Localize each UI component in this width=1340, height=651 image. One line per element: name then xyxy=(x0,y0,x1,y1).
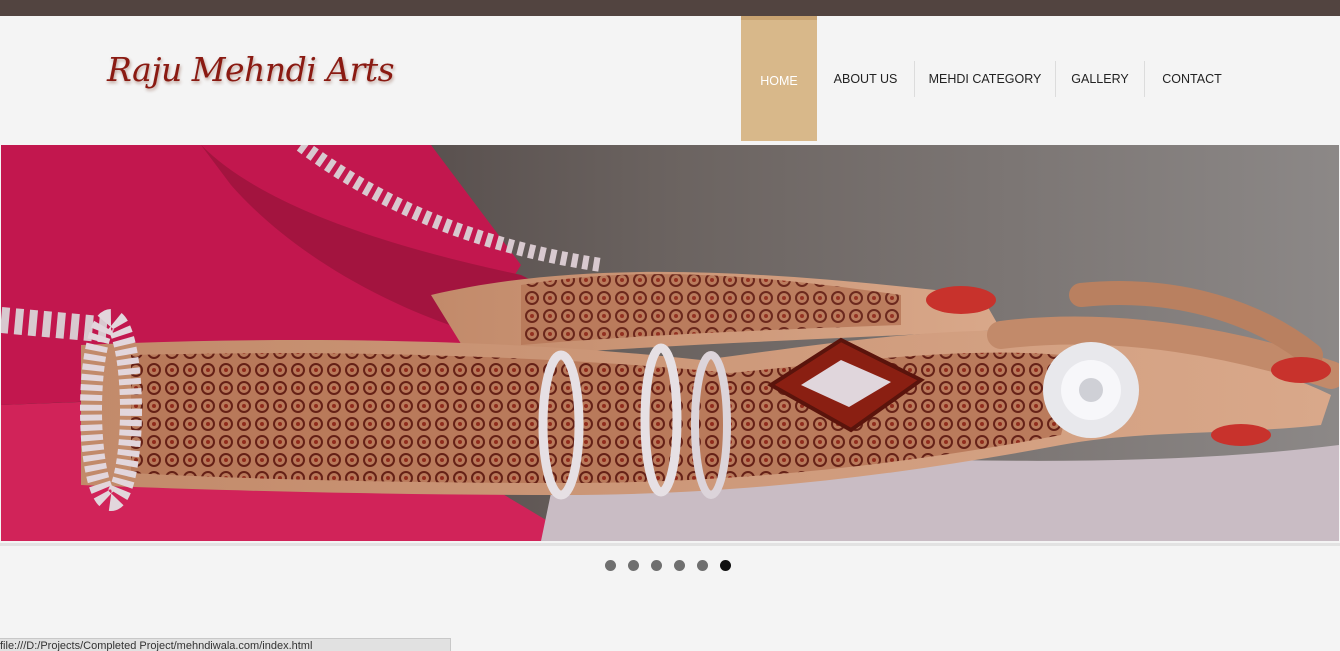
slider-pagination xyxy=(605,560,731,571)
browser-status-bar: file:///D:/Projects/Completed Project/me… xyxy=(0,638,451,651)
main-nav: HOME ABOUT US MEHDI CATEGORY GALLERY CON… xyxy=(741,16,1239,141)
site-header: Raju Mehndi Arts HOME ABOUT US MEHDI CAT… xyxy=(0,16,1340,142)
top-bar xyxy=(0,0,1340,16)
slider-dot-4[interactable] xyxy=(674,560,685,571)
slider-dot-1[interactable] xyxy=(605,560,616,571)
nav-gallery[interactable]: GALLERY xyxy=(1056,16,1144,141)
nav-about-us[interactable]: ABOUT US xyxy=(817,16,914,141)
nav-contact[interactable]: CONTACT xyxy=(1145,16,1239,141)
hero-slider[interactable] xyxy=(1,145,1339,541)
slider-dot-2[interactable] xyxy=(628,560,639,571)
nav-home[interactable]: HOME xyxy=(741,16,817,141)
slider-bottom-border xyxy=(0,543,1340,546)
slider-dot-6[interactable] xyxy=(720,560,731,571)
nav-mehdi-category[interactable]: MEHDI CATEGORY xyxy=(915,16,1055,141)
slider-dot-5[interactable] xyxy=(697,560,708,571)
site-logo[interactable]: Raju Mehndi Arts xyxy=(107,50,395,89)
slider-dot-3[interactable] xyxy=(651,560,662,571)
mehndi-hands-icon xyxy=(1,145,1339,541)
